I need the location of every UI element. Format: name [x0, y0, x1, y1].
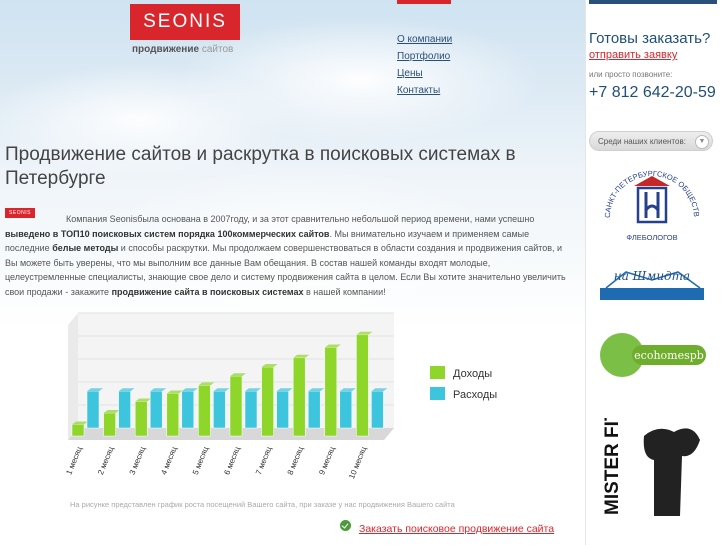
- income-bar: [261, 366, 274, 437]
- client-logo-arc-text: САНКТ-ПЕТЕРБУРГСКОЕ ОБЩЕСТВО: [596, 162, 701, 218]
- income-bar: [229, 375, 243, 437]
- client-logo-ecohome[interactable]: ecohomespb: [596, 325, 708, 385]
- logo[interactable]: SEONIS: [130, 4, 240, 40]
- income-bar: [134, 401, 148, 437]
- x-tick-label: 2 месяц: [96, 445, 116, 476]
- svg-text:САНКТ-ПЕТЕРБУРГСКОЕ ОБЩЕСТВО: САНКТ-ПЕТЕРБУРГСКОЕ ОБЩЕСТВО: [596, 162, 701, 218]
- expense-bar: [307, 390, 321, 429]
- legend-swatch: [430, 387, 445, 400]
- send-request-link[interactable]: отправить заявку: [589, 49, 677, 61]
- nav-item-contacts[interactable]: Контакты: [397, 83, 452, 99]
- income-bar: [71, 424, 85, 437]
- income-bar: [198, 385, 211, 437]
- ready-title: Готовы заказать?: [589, 30, 711, 47]
- call-text: или просто позвоните:: [589, 70, 673, 79]
- client-logo-caption: ФЛЕБОЛОГОВ: [626, 233, 677, 242]
- expense-bar: [118, 390, 131, 429]
- legend-swatch: [430, 366, 445, 379]
- x-tick-label: 7 месяц: [254, 445, 274, 476]
- order-promotion-link[interactable]: Заказать поисковое продвижение сайта: [359, 523, 554, 535]
- sidebar-top-stripe: [589, 0, 717, 4]
- expense-bar: [339, 390, 353, 429]
- expense-bar: [86, 390, 100, 429]
- check-icon: [340, 520, 351, 531]
- chevron-down-icon: ▼: [695, 135, 709, 149]
- x-tick-label: 4 месяц: [159, 445, 179, 476]
- intro-paragraph: Компания Seonisбыла основана в 2007году,…: [5, 212, 570, 299]
- x-tick-label: 10 месяц: [347, 445, 368, 480]
- client-logo-caption: ecohomespb: [634, 349, 704, 362]
- expense-bar: [213, 390, 226, 429]
- legend-label: Расходы: [453, 389, 497, 401]
- logo-tagline: продвижение сайтов: [132, 44, 233, 55]
- para-bold-1: выведено в ТОП10 поисковых систем порядк…: [5, 228, 330, 239]
- expense-bar: [244, 390, 258, 429]
- income-bar: [324, 347, 338, 437]
- client-logo-caption: на Шмидта: [614, 269, 690, 283]
- nav-item-portfolio[interactable]: Портфолио: [397, 49, 452, 65]
- main-nav: О компании Портфолио Цены Контакты: [397, 32, 452, 100]
- income-bar: [166, 393, 180, 437]
- expense-bar: [149, 390, 163, 429]
- x-tick-label: 8 месяц: [286, 445, 306, 476]
- income-bar: [356, 334, 369, 437]
- para-bold-2: белые методы: [52, 243, 119, 253]
- tagline-light: сайтов: [201, 44, 234, 55]
- clients-button-label: Среди наших клиентов:: [598, 137, 686, 146]
- expense-bar: [371, 390, 384, 429]
- chart-wall-left: [68, 313, 78, 440]
- sidebar: Готовы заказать? отправить заявку или пр…: [585, 0, 727, 545]
- phone-number: +7 812 642-20-59: [589, 84, 716, 101]
- x-tick-label: 1 месяц: [64, 445, 84, 476]
- para-text-4: в нашей компании!: [303, 286, 386, 297]
- client-logo-caption: MISTER FITNESS: [602, 418, 623, 515]
- x-tick-label: 5 месяц: [191, 445, 211, 476]
- x-tick-label: 9 месяц: [317, 445, 337, 476]
- tagline-bold: продвижение: [132, 44, 200, 55]
- clients-toggle-button[interactable]: Среди наших клиентов: ▼: [589, 131, 713, 151]
- para-text-1: Компания Seonisбыла основана в 2007году,…: [66, 214, 535, 224]
- expense-bar: [181, 390, 195, 429]
- client-logo-phlebology[interactable]: САНКТ-ПЕТЕРБУРГСКОЕ ОБЩЕСТВО ФЛЕБОЛОГОВ: [596, 162, 708, 247]
- growth-chart: 1 месяц 2 месяц 3 месяц 4 месяц 5 месяц 6 мес…: [64, 312, 497, 480]
- nav-item-about[interactable]: О компании: [397, 32, 452, 48]
- nav-item-prices[interactable]: Цены: [397, 66, 452, 82]
- x-tick-label: 6 месяц: [222, 445, 242, 476]
- client-logo-shmidta[interactable]: на Шмидта: [596, 258, 708, 304]
- legend-label: Доходы: [453, 368, 492, 380]
- page-title: Продвижение сайтов и раскрутка в поисков…: [5, 144, 516, 189]
- x-tick-label: 3 месяц: [128, 445, 148, 476]
- nav-top-stripe: [397, 0, 451, 4]
- income-bar: [103, 412, 116, 437]
- chart-caption: На рисунке представлен график роста посе…: [70, 500, 455, 509]
- income-bar: [292, 357, 306, 437]
- para-bold-3: продвижение сайта в поисковых системах: [111, 286, 304, 297]
- client-logo-mister-fitness[interactable]: MISTER FITNESS: [596, 418, 708, 518]
- expense-bar: [276, 390, 289, 429]
